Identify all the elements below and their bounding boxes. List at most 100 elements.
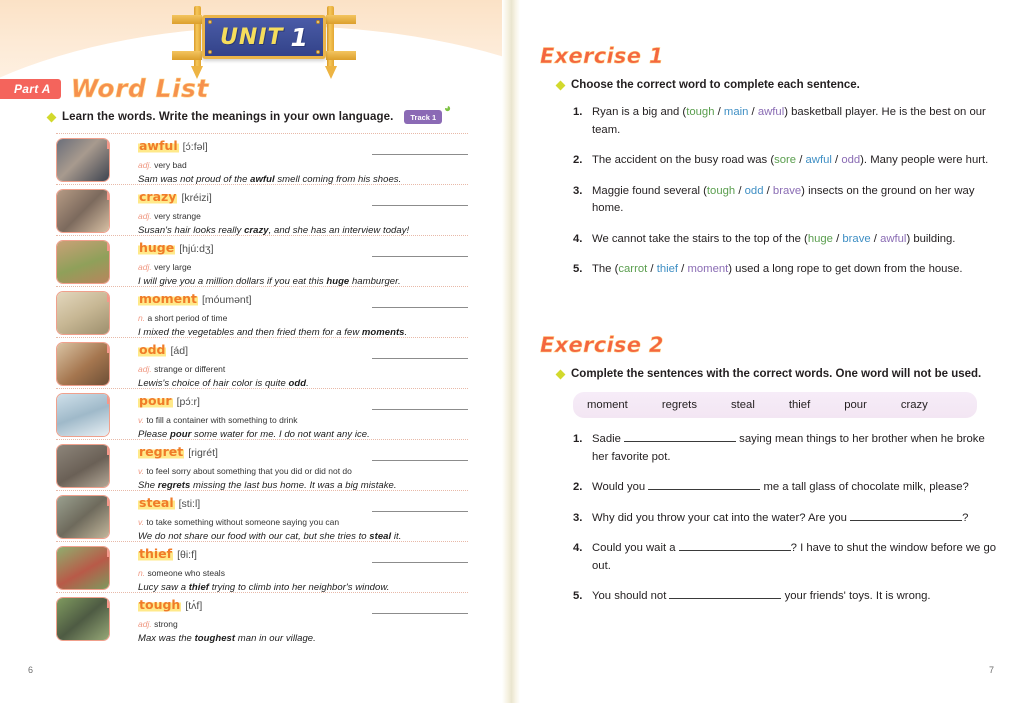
answer-option[interactable]: sore — [774, 154, 796, 166]
track-badge-label: Track 1 — [410, 112, 437, 122]
question-number: 3. — [573, 184, 583, 197]
word-image-photo — [57, 394, 109, 436]
part-of-speech: adj. — [138, 364, 155, 374]
track-badge[interactable]: Track 1 ◕ — [404, 100, 452, 124]
word-image-photo — [57, 496, 109, 538]
definition-line: v. to fill a container with something to… — [138, 410, 468, 428]
word-number-badge: 725 — [106, 343, 109, 353]
post-tip-right — [325, 66, 337, 79]
headword-row: crazy [kréizi] — [138, 189, 468, 204]
answer-blank[interactable] — [850, 519, 963, 521]
word-bank-item[interactable]: moment — [587, 399, 628, 411]
answer-option[interactable]: tough — [686, 106, 714, 118]
definition-text: to take something without someone saying… — [146, 517, 340, 527]
meaning-write-in-line[interactable] — [372, 358, 468, 359]
headword: thief — [138, 546, 174, 561]
left-page-edge — [502, 0, 512, 703]
word-image-photo — [57, 343, 109, 385]
answer-option[interactable]: thief — [657, 263, 678, 275]
word-image: 725 — [56, 342, 110, 386]
definition-text: very strange — [154, 211, 201, 221]
answer-blank[interactable] — [624, 441, 737, 442]
phonetic-transcription: [pɔ́:r] — [176, 396, 200, 408]
left-page: UNIT 1 Part A Word List Learn the words.… — [0, 0, 512, 703]
banner-arrow-left-top — [172, 15, 202, 24]
headword-row: huge [hjú:dʒ] — [138, 240, 468, 255]
answer-option[interactable]: huge — [808, 233, 833, 245]
question-text: We cannot take the stairs to the top of … — [592, 232, 956, 245]
answer-option[interactable]: awful — [806, 154, 832, 166]
exercise-question: 4. Could you wait a ? I have to shut the … — [573, 540, 1000, 575]
definition-text: to feel sorry about something that you d… — [146, 466, 352, 476]
exercise-2-question-list: 1. Sadie saying mean things to her brothe… — [573, 431, 1000, 606]
word-image: 729 — [56, 546, 110, 590]
word-bank-item[interactable]: thief — [789, 399, 810, 411]
word-entry-body: regret [rigrét] v. to feel sorry about som… — [138, 443, 468, 491]
definition-text: very bad — [154, 160, 187, 170]
answer-option[interactable]: tough — [707, 185, 735, 197]
word-bank-item[interactable]: crazy — [901, 399, 928, 411]
answer-option[interactable]: awful — [758, 106, 784, 118]
word-bank-item[interactable]: regrets — [662, 399, 697, 411]
answer-option[interactable]: main — [724, 106, 749, 118]
question-text: Why did you throw your cat into the wate… — [592, 511, 969, 524]
exercise-1-question-list: 1. Ryan is a big and (tough / main / awfu… — [573, 104, 1000, 279]
headword-row: moment [móumənt] — [138, 291, 468, 306]
word-bank-item[interactable]: pour — [844, 399, 867, 411]
answer-option[interactable]: moment — [687, 263, 728, 275]
word-list-instruction: Learn the words. Write the meanings in y… — [62, 111, 394, 123]
phonetic-transcription: [kréizi] — [181, 192, 212, 204]
answer-option[interactable]: odd — [745, 185, 764, 197]
meaning-write-in-line[interactable] — [372, 460, 468, 461]
unit-banner: UNIT 1 — [172, 6, 356, 79]
meaning-write-in-line[interactable] — [372, 256, 468, 257]
meaning-write-in-line[interactable] — [372, 511, 468, 512]
screw-top-right — [316, 20, 320, 24]
definition-line: adj. strong — [138, 614, 468, 632]
answer-option[interactable]: awful — [880, 233, 906, 245]
definition-line: n. someone who steals — [138, 563, 468, 581]
answer-option[interactable]: brave — [773, 185, 801, 197]
word-list-instruction-row: Learn the words. Write the meanings in y… — [46, 100, 452, 124]
exercise-question: 4. We cannot take the stairs to the top o… — [573, 231, 1000, 249]
question-text: The accident on the busy road was (sore … — [592, 154, 989, 166]
meaning-write-in-line[interactable] — [372, 613, 468, 614]
answer-blank[interactable] — [669, 598, 782, 599]
question-number: 4. — [573, 232, 583, 245]
answer-blank[interactable] — [648, 489, 761, 490]
exercise-2-title: Exercise 2 — [540, 333, 664, 358]
word-entry: 724 moment [móumənt] n. a short period of t… — [56, 286, 468, 338]
headword: pour — [138, 393, 173, 408]
meaning-write-in-line[interactable] — [372, 307, 468, 308]
word-number-badge: 723 — [106, 241, 109, 251]
headword-row: thief [θi:f] — [138, 546, 468, 561]
definition-line: adj. strange or different — [138, 359, 468, 377]
exercise-1-section: Exercise 1 Choose the correct word to co… — [540, 44, 1000, 292]
question-number: 1. — [573, 433, 583, 445]
answer-option[interactable]: odd — [841, 154, 860, 166]
unit-word-label: UNIT — [220, 24, 284, 50]
page-number-right: 7 — [988, 665, 994, 675]
answer-option[interactable]: brave — [842, 233, 870, 245]
phonetic-transcription: [hjú:dʒ] — [179, 243, 214, 255]
answer-blank[interactable] — [678, 550, 791, 551]
question-number: 2. — [573, 481, 583, 493]
screw-top-left — [208, 20, 212, 24]
word-image-photo — [57, 445, 109, 487]
meaning-write-in-line[interactable] — [372, 154, 468, 155]
exercise-1-title: Exercise 1 — [540, 44, 664, 69]
word-entry: 727 regret[rigrét] v. to feel sorry about … — [56, 439, 468, 491]
part-a-header: Part A Word List — [0, 74, 209, 103]
word-bank-item[interactable]: steal — [731, 399, 755, 411]
diamond-bullet-icon — [555, 369, 566, 379]
word-entry: 726 pour[pɔ́:r] v. to fill a container wit… — [56, 388, 468, 440]
meaning-write-in-line[interactable] — [372, 562, 468, 563]
word-entry: 730tough[tʌ́f]adj. strongMax was the tou… — [56, 592, 468, 644]
answer-option[interactable]: carrot — [618, 263, 647, 275]
meaning-write-in-line[interactable] — [372, 205, 468, 206]
word-image: 726 — [56, 393, 110, 437]
meaning-write-in-line[interactable] — [372, 409, 468, 410]
banner-arrow-left-bottom — [172, 51, 202, 60]
definition-text: strange or different — [154, 364, 226, 374]
word-number-badge: 724 — [106, 292, 109, 302]
